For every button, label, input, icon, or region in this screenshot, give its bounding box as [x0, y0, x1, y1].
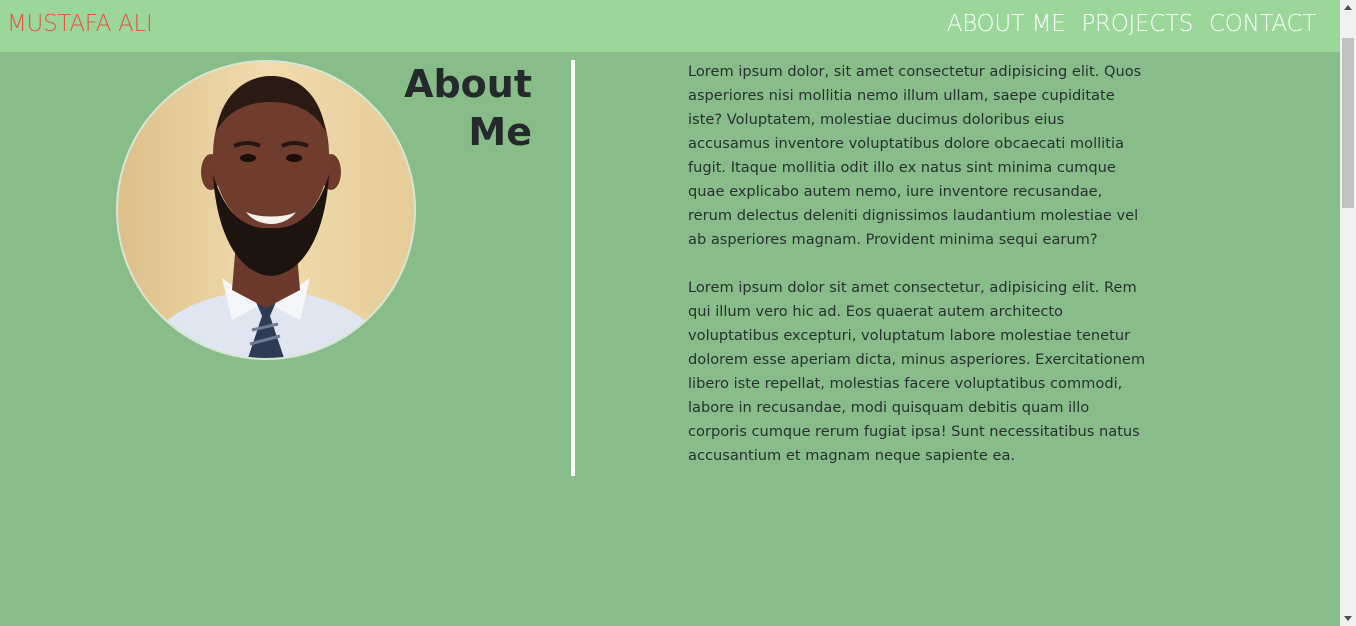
brand-logo[interactable]: MUSTAFA ALI	[7, 11, 153, 37]
scroll-down-icon[interactable]	[1344, 616, 1352, 621]
about-content: Lorem ipsum dolor, sit amet consectetur …	[688, 60, 1150, 492]
nav-link-projects[interactable]: PROJECTS	[1081, 11, 1193, 37]
vertical-scrollbar[interactable]	[1340, 0, 1356, 626]
scroll-up-icon[interactable]	[1344, 5, 1352, 10]
vertical-divider	[571, 60, 575, 476]
nav-links: ABOUT ME PROJECTS CONTACT	[947, 11, 1317, 37]
about-paragraph-1: Lorem ipsum dolor, sit amet consectetur …	[688, 63, 1142, 248]
profile-photo-portrait	[118, 62, 414, 358]
scrollbar-thumb[interactable]	[1342, 38, 1354, 208]
page: MUSTAFA ALI ABOUT ME PROJECTS CONTACT Ab…	[0, 0, 1340, 626]
profile-photo	[116, 60, 416, 360]
about-paragraph-2: Lorem ipsum dolor sit amet consectetur, …	[688, 279, 1146, 464]
nav-link-about-me[interactable]: ABOUT ME	[947, 11, 1066, 37]
nav-link-contact[interactable]: CONTACT	[1209, 11, 1316, 37]
about-heading: About Me	[404, 62, 532, 154]
navbar: MUSTAFA ALI ABOUT ME PROJECTS CONTACT	[0, 0, 1340, 52]
